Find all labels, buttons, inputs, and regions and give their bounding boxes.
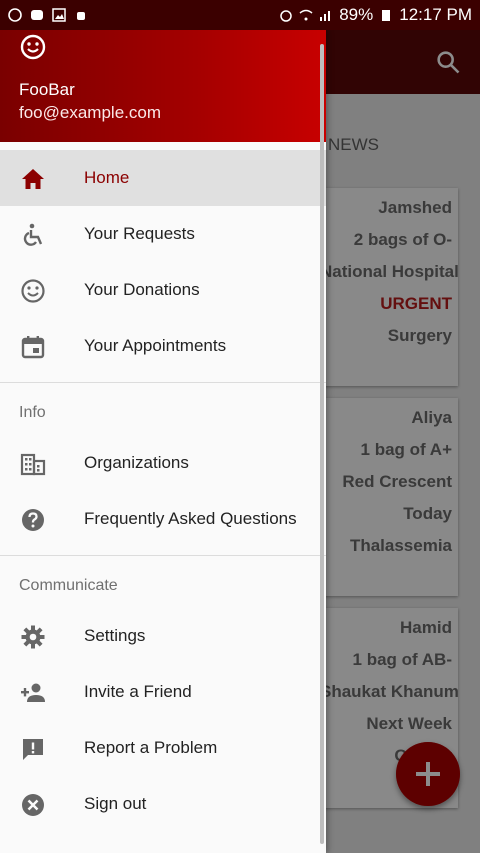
calendar-icon (21, 336, 45, 359)
drawer-header: FooBar foo@example.com (0, 30, 326, 142)
menu-item-home[interactable]: Home (0, 150, 326, 206)
menu-item-your-appointments[interactable]: Your Appointments (0, 318, 326, 374)
gear-icon (21, 625, 45, 649)
menu-item-organizations[interactable]: Organizations (0, 435, 326, 491)
menu-item-label: Your Requests (84, 224, 195, 243)
smile-icon (21, 279, 45, 303)
drawer-scrollbar[interactable] (320, 44, 324, 844)
wifi-icon (299, 9, 313, 21)
menu-item-sign-out[interactable]: Sign out (0, 776, 326, 832)
menu-item-label: Frequently Asked Questions (84, 509, 297, 528)
menu-item-label: Report a Problem (84, 738, 218, 757)
clock: 12:17 PM (399, 5, 472, 24)
signal-icon (320, 11, 331, 21)
message-icon (31, 10, 43, 20)
drawer-menu: Home Your Requests Your Donations Your A… (0, 142, 326, 832)
building-icon (20, 453, 46, 476)
feedback-icon (23, 739, 43, 760)
image-icon (52, 8, 66, 22)
menu-item-faq[interactable]: Frequently Asked Questions (0, 491, 326, 547)
menu-item-label: Invite a Friend (84, 682, 192, 701)
add-person-icon (21, 683, 45, 702)
help-icon (22, 509, 44, 531)
home-icon (22, 169, 44, 189)
menu-item-label: Home (84, 168, 130, 187)
status-bar: 89% 12:17 PM (0, 0, 480, 30)
user-name: FooBar (19, 80, 75, 99)
menu-item-label: Settings (84, 626, 146, 645)
close-circle-icon (22, 794, 44, 816)
divider (0, 382, 326, 383)
menu-item-label: Your Appointments (84, 336, 227, 355)
menu-item-label: Your Donations (84, 280, 200, 299)
whatsapp-icon (8, 8, 22, 22)
divider (0, 555, 326, 556)
accessible-icon (23, 223, 43, 246)
menu-item-settings[interactable]: Settings (0, 608, 326, 664)
menu-item-invite-friend[interactable]: Invite a Friend (0, 664, 326, 720)
menu-item-report-problem[interactable]: Report a Problem (0, 720, 326, 776)
android-icon (77, 12, 85, 20)
battery-icon (382, 10, 391, 21)
section-info-title: Info (19, 404, 46, 421)
smile-icon[interactable] (20, 34, 46, 60)
battery-text: 89% (339, 5, 374, 24)
menu-item-your-donations[interactable]: Your Donations (0, 262, 326, 318)
alarm-icon (280, 10, 292, 22)
menu-item-label: Sign out (84, 794, 147, 813)
user-email: foo@example.com (19, 103, 161, 122)
navigation-drawer: FooBar foo@example.com Home Your Request… (0, 30, 326, 853)
fab-scrim (396, 742, 460, 806)
menu-item-label: Organizations (84, 453, 189, 472)
section-communicate-title: Communicate (19, 577, 118, 594)
menu-item-your-requests[interactable]: Your Requests (0, 206, 326, 262)
